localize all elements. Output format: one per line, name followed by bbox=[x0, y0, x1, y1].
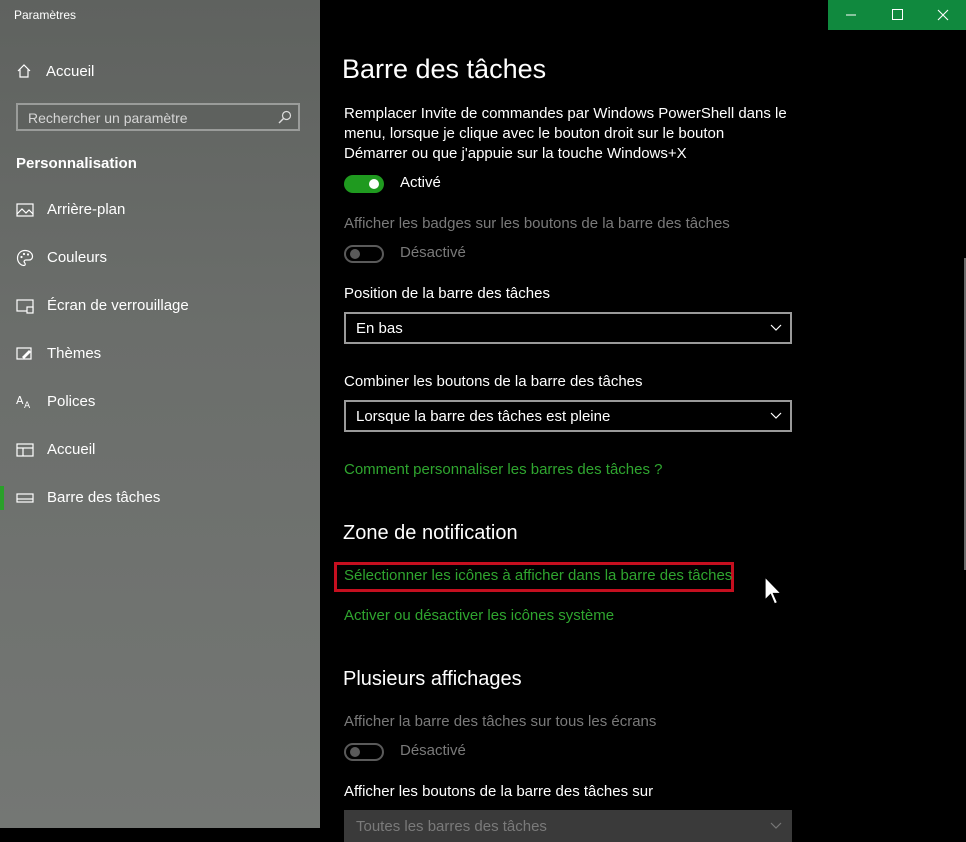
palette-icon bbox=[16, 249, 34, 267]
sidebar-item-background[interactable]: Arrière-plan bbox=[0, 192, 320, 228]
buttons-on-value: Toutes les barres des tâches bbox=[356, 818, 547, 835]
position-select[interactable]: En bas bbox=[344, 312, 792, 344]
nav-home[interactable]: Accueil bbox=[16, 60, 94, 82]
brush-icon bbox=[16, 347, 32, 360]
combine-select[interactable]: Lorsque la barre des tâches est pleine bbox=[344, 400, 792, 432]
badges-toggle[interactable] bbox=[344, 245, 384, 263]
buttons-on-label: Afficher les boutons de la barre des tâc… bbox=[344, 783, 654, 800]
image-icon bbox=[16, 203, 34, 217]
sidebar-item-label: Couleurs bbox=[47, 249, 108, 266]
sidebar-item-colors[interactable]: Couleurs bbox=[0, 240, 320, 276]
notification-heading: Zone de notification bbox=[343, 522, 518, 544]
close-button[interactable] bbox=[920, 0, 966, 30]
sidebar-item-start[interactable]: Accueil bbox=[0, 432, 320, 468]
chevron-down-icon bbox=[770, 822, 782, 829]
search-input[interactable]: Rechercher un paramètre bbox=[16, 103, 300, 131]
active-indicator bbox=[0, 486, 4, 510]
minimize-button[interactable] bbox=[828, 0, 874, 30]
sidebar-item-label: Thèmes bbox=[47, 345, 102, 362]
sidebar-item-taskbar[interactable]: Barre des tâches bbox=[0, 480, 320, 516]
font-icon: A A bbox=[16, 394, 31, 411]
badges-text: Afficher les badges sur les boutons de l… bbox=[344, 215, 730, 232]
combine-value: Lorsque la barre des tâches est pleine bbox=[356, 408, 611, 425]
powershell-toggle-state: Activé bbox=[400, 174, 441, 191]
powershell-text-line2: menu, lorsque je clique avec le bouton d… bbox=[344, 125, 725, 142]
window-controls bbox=[828, 0, 966, 30]
toggle-knob bbox=[350, 747, 360, 757]
nav-home-label: Accueil bbox=[46, 62, 95, 80]
minimize-icon bbox=[846, 14, 856, 16]
toggle-knob bbox=[369, 179, 379, 189]
main-content: Barre des tâches Remplacer Invite de com… bbox=[320, 0, 966, 842]
window-title: Paramètres bbox=[14, 8, 77, 22]
sidebar-item-label: Arrière-plan bbox=[47, 201, 126, 218]
maximize-icon bbox=[892, 9, 903, 20]
sidebar-item-label: Polices bbox=[47, 393, 96, 410]
powershell-text-line1: Remplacer Invite de commandes par Window… bbox=[344, 105, 787, 122]
sidebar-item-label: Accueil bbox=[47, 441, 96, 458]
lock-screen-icon bbox=[16, 299, 34, 314]
select-icons-link[interactable]: Sélectionner les icônes à afficher dans … bbox=[344, 567, 732, 584]
help-link[interactable]: Comment personnaliser les barres des tâc… bbox=[344, 461, 663, 478]
badges-toggle-state: Désactivé bbox=[400, 244, 466, 261]
svg-text:A: A bbox=[24, 401, 31, 411]
maximize-button[interactable] bbox=[874, 0, 920, 30]
search-placeholder: Rechercher un paramètre bbox=[28, 110, 188, 126]
show-all-displays-text: Afficher la barre des tâches sur tous le… bbox=[344, 713, 657, 730]
sidebar-item-lock-screen[interactable]: Écran de verrouillage bbox=[0, 288, 320, 324]
home-icon bbox=[17, 64, 31, 78]
position-value: En bas bbox=[356, 320, 403, 337]
search-icon[interactable] bbox=[278, 110, 292, 124]
svg-text:A: A bbox=[16, 394, 24, 407]
powershell-text-line3: Démarrer ou que j'appuie sur la touche W… bbox=[344, 145, 687, 162]
taskbar-icon bbox=[16, 493, 34, 503]
system-icons-link[interactable]: Activer ou désactiver les icônes système bbox=[344, 607, 614, 624]
mouse-cursor-icon bbox=[764, 576, 783, 605]
combine-label: Combiner les boutons de la barre des tâc… bbox=[344, 373, 643, 390]
start-icon bbox=[16, 443, 34, 457]
section-title: Personnalisation bbox=[16, 155, 137, 172]
chevron-down-icon bbox=[770, 324, 782, 331]
powershell-toggle[interactable] bbox=[344, 175, 384, 193]
page-title: Barre des tâches bbox=[342, 54, 547, 84]
show-all-displays-toggle[interactable] bbox=[344, 743, 384, 761]
chevron-down-icon bbox=[770, 412, 782, 419]
sidebar-item-fonts[interactable]: A A Polices bbox=[0, 384, 320, 420]
close-icon bbox=[937, 9, 949, 21]
sidebar-item-themes[interactable]: Thèmes bbox=[0, 336, 320, 372]
toggle-knob bbox=[350, 249, 360, 259]
buttons-on-select[interactable]: Toutes les barres des tâches bbox=[344, 810, 792, 842]
sidebar: Paramètres Accueil Rechercher un paramèt… bbox=[0, 0, 320, 828]
sidebar-item-label: Barre des tâches bbox=[47, 489, 161, 506]
sidebar-item-label: Écran de verrouillage bbox=[47, 297, 189, 314]
multi-display-heading: Plusieurs affichages bbox=[343, 668, 522, 690]
position-label: Position de la barre des tâches bbox=[344, 285, 550, 302]
show-all-displays-state: Désactivé bbox=[400, 742, 466, 759]
